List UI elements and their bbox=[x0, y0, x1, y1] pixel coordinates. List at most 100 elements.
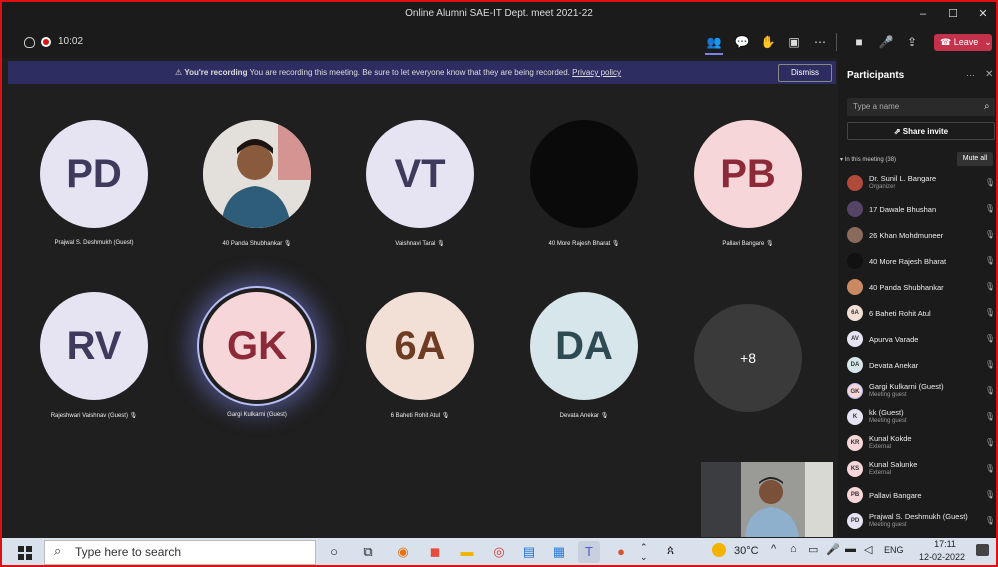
clock-date[interactable]: 12-02-2022 bbox=[914, 552, 970, 562]
microphone-icon[interactable]: 🎤 bbox=[826, 543, 840, 556]
participant-search-input[interactable]: Type a name bbox=[847, 98, 995, 116]
windows-start-icon[interactable] bbox=[18, 546, 32, 560]
avatar: RV bbox=[40, 292, 148, 400]
overflow-tile[interactable]: +8 bbox=[668, 304, 828, 454]
reactions-icon[interactable]: ✋ bbox=[759, 33, 777, 51]
participant-row[interactable]: KS Kunal Salunke External 🎙 bbox=[845, 457, 995, 481]
volume-icon[interactable]: ◁ bbox=[864, 543, 872, 556]
mic-icon: 🎙 bbox=[984, 516, 995, 525]
avatar: 6A bbox=[366, 292, 474, 400]
file-explorer-icon[interactable]: ▬ bbox=[456, 541, 478, 563]
tile-name: Rajeshwari Vaishnav (Guest) 🎙 bbox=[50, 413, 138, 419]
mail-icon[interactable]: ▤ bbox=[518, 541, 540, 563]
muted-mic-icon: 🎙 bbox=[437, 241, 445, 247]
avatar bbox=[847, 175, 863, 191]
participant-row[interactable]: DA Devata Anekar 🎙 bbox=[845, 353, 995, 377]
participant-row[interactable]: GK Gargi Kulkarni (Guest) Meeting guest 🎙 bbox=[845, 379, 995, 403]
opera-icon[interactable]: ◎ bbox=[488, 541, 510, 563]
chevron-down-icon[interactable]: ⌄ bbox=[984, 37, 992, 47]
share-screen-icon[interactable]: ⇪ bbox=[903, 33, 921, 51]
participant-tile[interactable]: RV Rajeshwari Vaishnav (Guest) 🎙 bbox=[14, 292, 174, 442]
chevron-up-icon[interactable]: ⌃ ⌄ bbox=[640, 542, 648, 562]
notifications-icon[interactable] bbox=[976, 544, 989, 556]
avatar: KR bbox=[847, 435, 863, 451]
network-icon[interactable]: ⌂ bbox=[790, 543, 797, 555]
active-tab-indicator bbox=[705, 53, 723, 55]
recording-banner: ⚠ You're recording You are recording thi… bbox=[8, 61, 836, 84]
weather-temperature[interactable]: 30°C bbox=[734, 545, 759, 557]
in-meeting-header[interactable]: ▾ In this meeting (38) bbox=[840, 156, 896, 163]
participant-row[interactable]: AV Apurva Varade 🎙 bbox=[845, 327, 995, 351]
privacy-policy-link[interactable]: Privacy policy bbox=[572, 68, 621, 77]
muted-mic-icon: 🎙 bbox=[984, 360, 995, 369]
participant-row[interactable]: 40 Panda Shubhankar 🎙 bbox=[845, 275, 995, 299]
share-invite-button[interactable]: ⇗ Share invite bbox=[847, 122, 995, 140]
search-icon: ⌕ bbox=[984, 101, 990, 112]
muted-mic-icon: 🎙 bbox=[984, 282, 995, 291]
participant-row[interactable]: PD Prajwal S. Deshmukh (Guest) Meeting gue… bbox=[845, 509, 995, 533]
teams-icon[interactable]: T bbox=[578, 541, 600, 563]
language-indicator[interactable]: ENG bbox=[884, 545, 904, 555]
participant-row[interactable]: PB Pallavi Bangare 🎙 bbox=[845, 483, 995, 507]
avatar: GK bbox=[203, 292, 311, 400]
rooms-icon[interactable]: ▣ bbox=[785, 33, 803, 51]
avatar: 6A bbox=[847, 305, 863, 321]
avatar: DA bbox=[847, 357, 863, 373]
avatar-photo bbox=[203, 120, 311, 228]
meet-now-icon[interactable]: ▭ bbox=[808, 543, 818, 556]
participant-tile[interactable]: VT Vaishnavi Taral 🎙 bbox=[340, 120, 500, 270]
participant-tile[interactable]: 40 Panda Shubhankar 🎙 bbox=[177, 120, 337, 270]
participant-row[interactable]: 6A 6 Baheti Rohit Atul 🎙 bbox=[845, 301, 995, 325]
more-participants-count[interactable]: +8 bbox=[694, 304, 802, 412]
task-view-icon[interactable]: ⧉ bbox=[357, 541, 379, 563]
maximize-button[interactable]: ☐ bbox=[938, 0, 968, 28]
people-icon[interactable]: 👥 bbox=[705, 33, 723, 51]
meeting-timer: 10:02 bbox=[58, 36, 84, 47]
mute-all-button[interactable]: Mute all bbox=[957, 152, 993, 166]
participant-row[interactable]: 17 Dawale Bhushan 🎙 bbox=[845, 197, 995, 221]
window-title: Online Alumni SAE-IT Dept. meet 2021-22 bbox=[405, 8, 593, 19]
battery-icon[interactable]: ▬ bbox=[845, 543, 856, 555]
dismiss-button[interactable]: Dismiss bbox=[778, 64, 832, 82]
more-options-icon[interactable]: ⋯ bbox=[966, 70, 975, 81]
camera-icon[interactable]: ■ bbox=[850, 33, 868, 51]
participant-tile[interactable]: PB Pallavi Bangare 🎙 bbox=[668, 120, 828, 270]
muted-mic-icon: 🎙 bbox=[441, 413, 450, 419]
avatar: VT bbox=[366, 120, 474, 228]
chat-icon[interactable]: 💬 bbox=[733, 33, 751, 51]
show-hidden-icons-icon[interactable]: ^ bbox=[771, 543, 776, 555]
people-icon[interactable]: ጰ bbox=[667, 543, 674, 558]
participant-row[interactable]: 40 More Rajesh Bharat 🎙 bbox=[845, 249, 995, 273]
minimize-button[interactable]: – bbox=[908, 0, 938, 28]
self-video-preview[interactable] bbox=[701, 462, 833, 537]
participant-tile[interactable]: 6A 6 Baheti Rohit Atul 🎙 bbox=[340, 292, 500, 442]
taskbar-search-input[interactable]: Type here to search bbox=[44, 540, 316, 565]
more-actions-icon[interactable]: ⋯ bbox=[811, 33, 829, 51]
share-icon: ⇗ bbox=[893, 127, 903, 136]
muted-mic-icon: 🎙 bbox=[984, 490, 995, 499]
window-controls: – ☐ ✕ bbox=[908, 0, 998, 28]
participant-tile[interactable]: DA Devata Anekar 🎙 bbox=[504, 292, 664, 442]
avatar: PB bbox=[847, 487, 863, 503]
microphone-icon[interactable]: 🎤 bbox=[877, 33, 895, 51]
participant-row[interactable]: KR Kunal Kokde External 🎙 bbox=[845, 431, 995, 455]
muted-mic-icon: 🎙 bbox=[766, 241, 774, 247]
close-button[interactable]: ✕ bbox=[968, 0, 998, 28]
leave-button[interactable]: ☎ Leave ⌄ bbox=[934, 34, 992, 51]
cortana-icon[interactable]: ○ bbox=[323, 541, 345, 563]
participant-tile-speaking[interactable]: GK Gargi Kulkarni (Guest) bbox=[177, 286, 337, 442]
participant-row[interactable]: 26 Khan Mohdmuneer 🎙 bbox=[845, 223, 995, 247]
clock-time[interactable]: 17:11 bbox=[920, 539, 970, 549]
photos-icon[interactable]: ▦ bbox=[548, 541, 570, 563]
close-panel-icon[interactable]: ✕ bbox=[985, 69, 993, 80]
powerpoint-icon[interactable]: ● bbox=[610, 541, 632, 563]
office-icon[interactable]: ◼ bbox=[424, 541, 446, 563]
participant-tile[interactable]: PD Prajwal S. Deshmukh (Guest) bbox=[14, 120, 174, 270]
avatar: PD bbox=[40, 120, 148, 228]
participant-row[interactable]: Dr. Sunil L. Bangare Organizer 🎙 bbox=[845, 171, 995, 195]
muted-mic-icon: 🎙 bbox=[984, 438, 995, 447]
participant-row[interactable]: Kkk (Guest) Meeting guest 🎙 bbox=[845, 405, 995, 429]
chrome-icon[interactable]: ◉ bbox=[392, 541, 414, 563]
participant-tile[interactable]: 40 More Rajesh Bharat 🎙 bbox=[504, 120, 664, 270]
tile-name: Gargi Kulkarni (Guest) bbox=[227, 412, 287, 418]
